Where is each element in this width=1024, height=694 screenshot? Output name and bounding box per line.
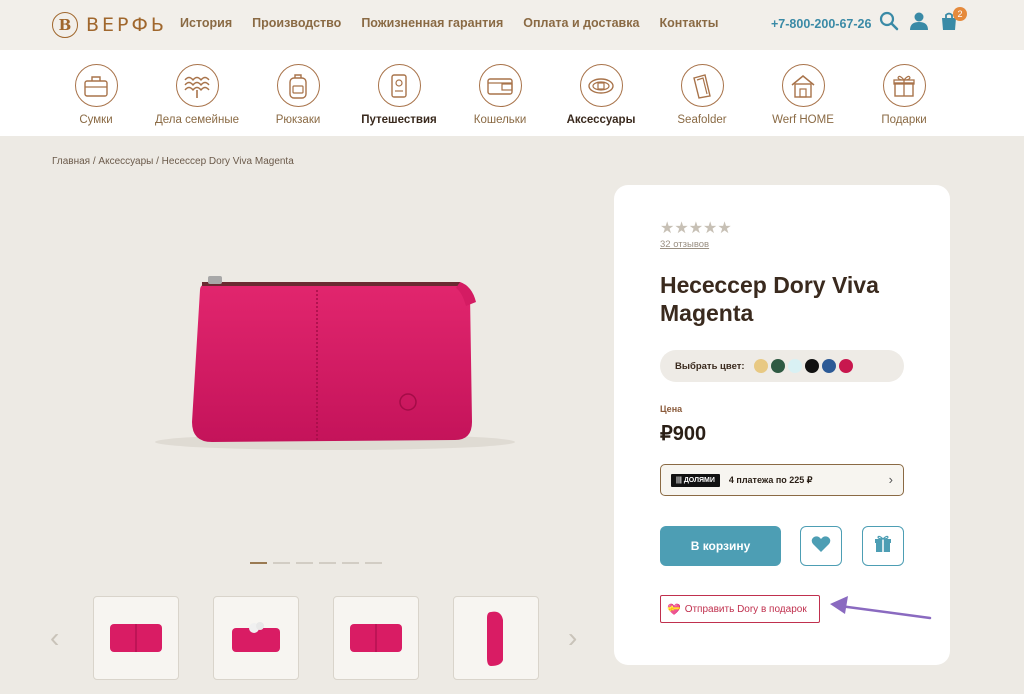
passport-icon (377, 64, 421, 107)
category-werf-home[interactable]: Werf HOME (748, 64, 858, 126)
category-family[interactable]: Дела семейные (142, 64, 252, 126)
breadcrumb-home[interactable]: Главная (52, 156, 90, 167)
add-to-cart-button[interactable]: В корзину (660, 526, 781, 566)
reviews-link[interactable]: 32 отзывов (660, 239, 709, 250)
top-header: B ВЕРФЬ История Производство Пожизненная… (0, 0, 1024, 50)
price-label: Цена (660, 404, 683, 414)
color-label: Выбрать цвет: (675, 360, 745, 372)
gift-icon (874, 535, 892, 558)
bag-icon (74, 64, 118, 107)
main-nav: История Производство Пожизненная гаранти… (180, 16, 718, 30)
category-bags[interactable]: Сумки (41, 64, 151, 126)
product-image[interactable] (120, 262, 540, 462)
send-as-gift-link[interactable]: 💝 Отправить Dory в подарок (660, 595, 820, 623)
category-label: Подарки (881, 114, 927, 126)
logo-text: ВЕРФЬ (86, 14, 167, 36)
user-icon[interactable] (908, 10, 930, 32)
gallery-dot[interactable] (365, 562, 382, 564)
annotation-arrow-icon (830, 596, 932, 620)
dolyami-logo: ||| ДОЛЯМИ (671, 473, 720, 487)
gallery-dot[interactable] (342, 562, 359, 564)
category-accessories[interactable]: Аксессуары (546, 64, 656, 126)
color-swatch-blue[interactable] (821, 359, 836, 373)
breadcrumb: Главная / Аксессуары / Несессер Dory Viv… (52, 156, 294, 167)
color-swatch-sand[interactable] (753, 359, 768, 373)
breadcrumb-current: Несессер Dory Viva Magenta (161, 156, 294, 167)
star-icon: ★★★★★ (660, 220, 732, 237)
gallery-prev-arrow[interactable]: ‹ (50, 622, 59, 654)
nav-history[interactable]: История (180, 16, 232, 30)
wallet-icon (478, 64, 522, 107)
gallery-dots (250, 562, 382, 564)
header-icons: 2 (878, 7, 967, 32)
gallery-dot[interactable] (319, 562, 336, 564)
cart-icon[interactable]: 2 (938, 7, 967, 32)
breadcrumb-section[interactable]: Аксессуары (98, 156, 153, 167)
family-tree-icon (175, 64, 219, 107)
category-label: Seafolder (677, 114, 727, 126)
phone-link[interactable]: +7-800-200-67-26 (771, 17, 871, 31)
installment-text: 4 платежа по 225 ₽ (728, 474, 813, 485)
cart-count-badge: 2 (953, 7, 967, 21)
installment-banner[interactable]: ||| ДОЛЯМИ 4 платежа по 225 ₽ › (660, 464, 904, 496)
category-label: Путешествия (361, 114, 437, 126)
price-value: ₽900 (660, 423, 707, 445)
heart-icon (811, 535, 831, 558)
backpack-icon (276, 64, 320, 107)
rating-stars: ★★★★★ (660, 221, 732, 237)
folder-icon (680, 64, 724, 107)
category-bar: Сумки Дела семейные Рюкзаки Путешествия … (0, 50, 1024, 136)
category-label: Рюкзаки (275, 114, 321, 126)
logo[interactable]: B ВЕРФЬ (52, 12, 167, 38)
breadcrumb-separator: / (153, 156, 162, 167)
gallery-next-arrow[interactable]: › (568, 622, 577, 654)
category-travel[interactable]: Путешествия (344, 64, 454, 126)
house-icon (781, 64, 825, 107)
color-swatch-light-blue[interactable] (787, 359, 802, 373)
gift-box-icon (882, 64, 926, 107)
nav-payment-delivery[interactable]: Оплата и доставка (523, 16, 639, 30)
chevron-right-icon: › (888, 472, 893, 487)
product-title: Несессер Dory Viva Magenta (660, 272, 879, 326)
category-label: Аксессуары (566, 114, 636, 126)
color-swatch-green[interactable] (770, 359, 785, 373)
gallery-thumbnail[interactable] (213, 596, 299, 680)
gallery-thumbnail[interactable] (93, 596, 179, 680)
belt-icon (579, 64, 623, 107)
color-swatch-magenta[interactable] (838, 359, 853, 373)
wishlist-button[interactable] (800, 526, 842, 566)
nav-warranty[interactable]: Пожизненная гарантия (361, 16, 503, 30)
category-gifts[interactable]: Подарки (849, 64, 959, 126)
color-selector: Выбрать цвет: (660, 350, 904, 382)
nav-contacts[interactable]: Контакты (659, 16, 718, 30)
logo-mark: B (52, 12, 78, 38)
gallery-thumbnail[interactable] (453, 596, 539, 680)
category-backpacks[interactable]: Рюкзаки (243, 64, 353, 126)
gallery-dot[interactable] (250, 562, 267, 564)
category-label: Дела семейные (155, 114, 239, 126)
nav-production[interactable]: Производство (252, 16, 341, 30)
gift-button[interactable] (862, 526, 904, 566)
category-label: Werf HOME (772, 114, 834, 126)
search-icon[interactable] (878, 10, 900, 32)
color-swatch-black[interactable] (804, 359, 819, 373)
category-label: Сумки (79, 114, 113, 126)
category-seafolder[interactable]: Seafolder (647, 64, 757, 126)
category-wallets[interactable]: Кошельки (445, 64, 555, 126)
gallery-thumbnail[interactable] (333, 596, 419, 680)
gallery-dot[interactable] (273, 562, 290, 564)
category-label: Кошельки (473, 114, 527, 126)
gallery-dot[interactable] (296, 562, 313, 564)
send-as-gift-label: Отправить Dory в подарок (684, 603, 807, 615)
gift-heart-icon: 💝 (667, 603, 681, 616)
